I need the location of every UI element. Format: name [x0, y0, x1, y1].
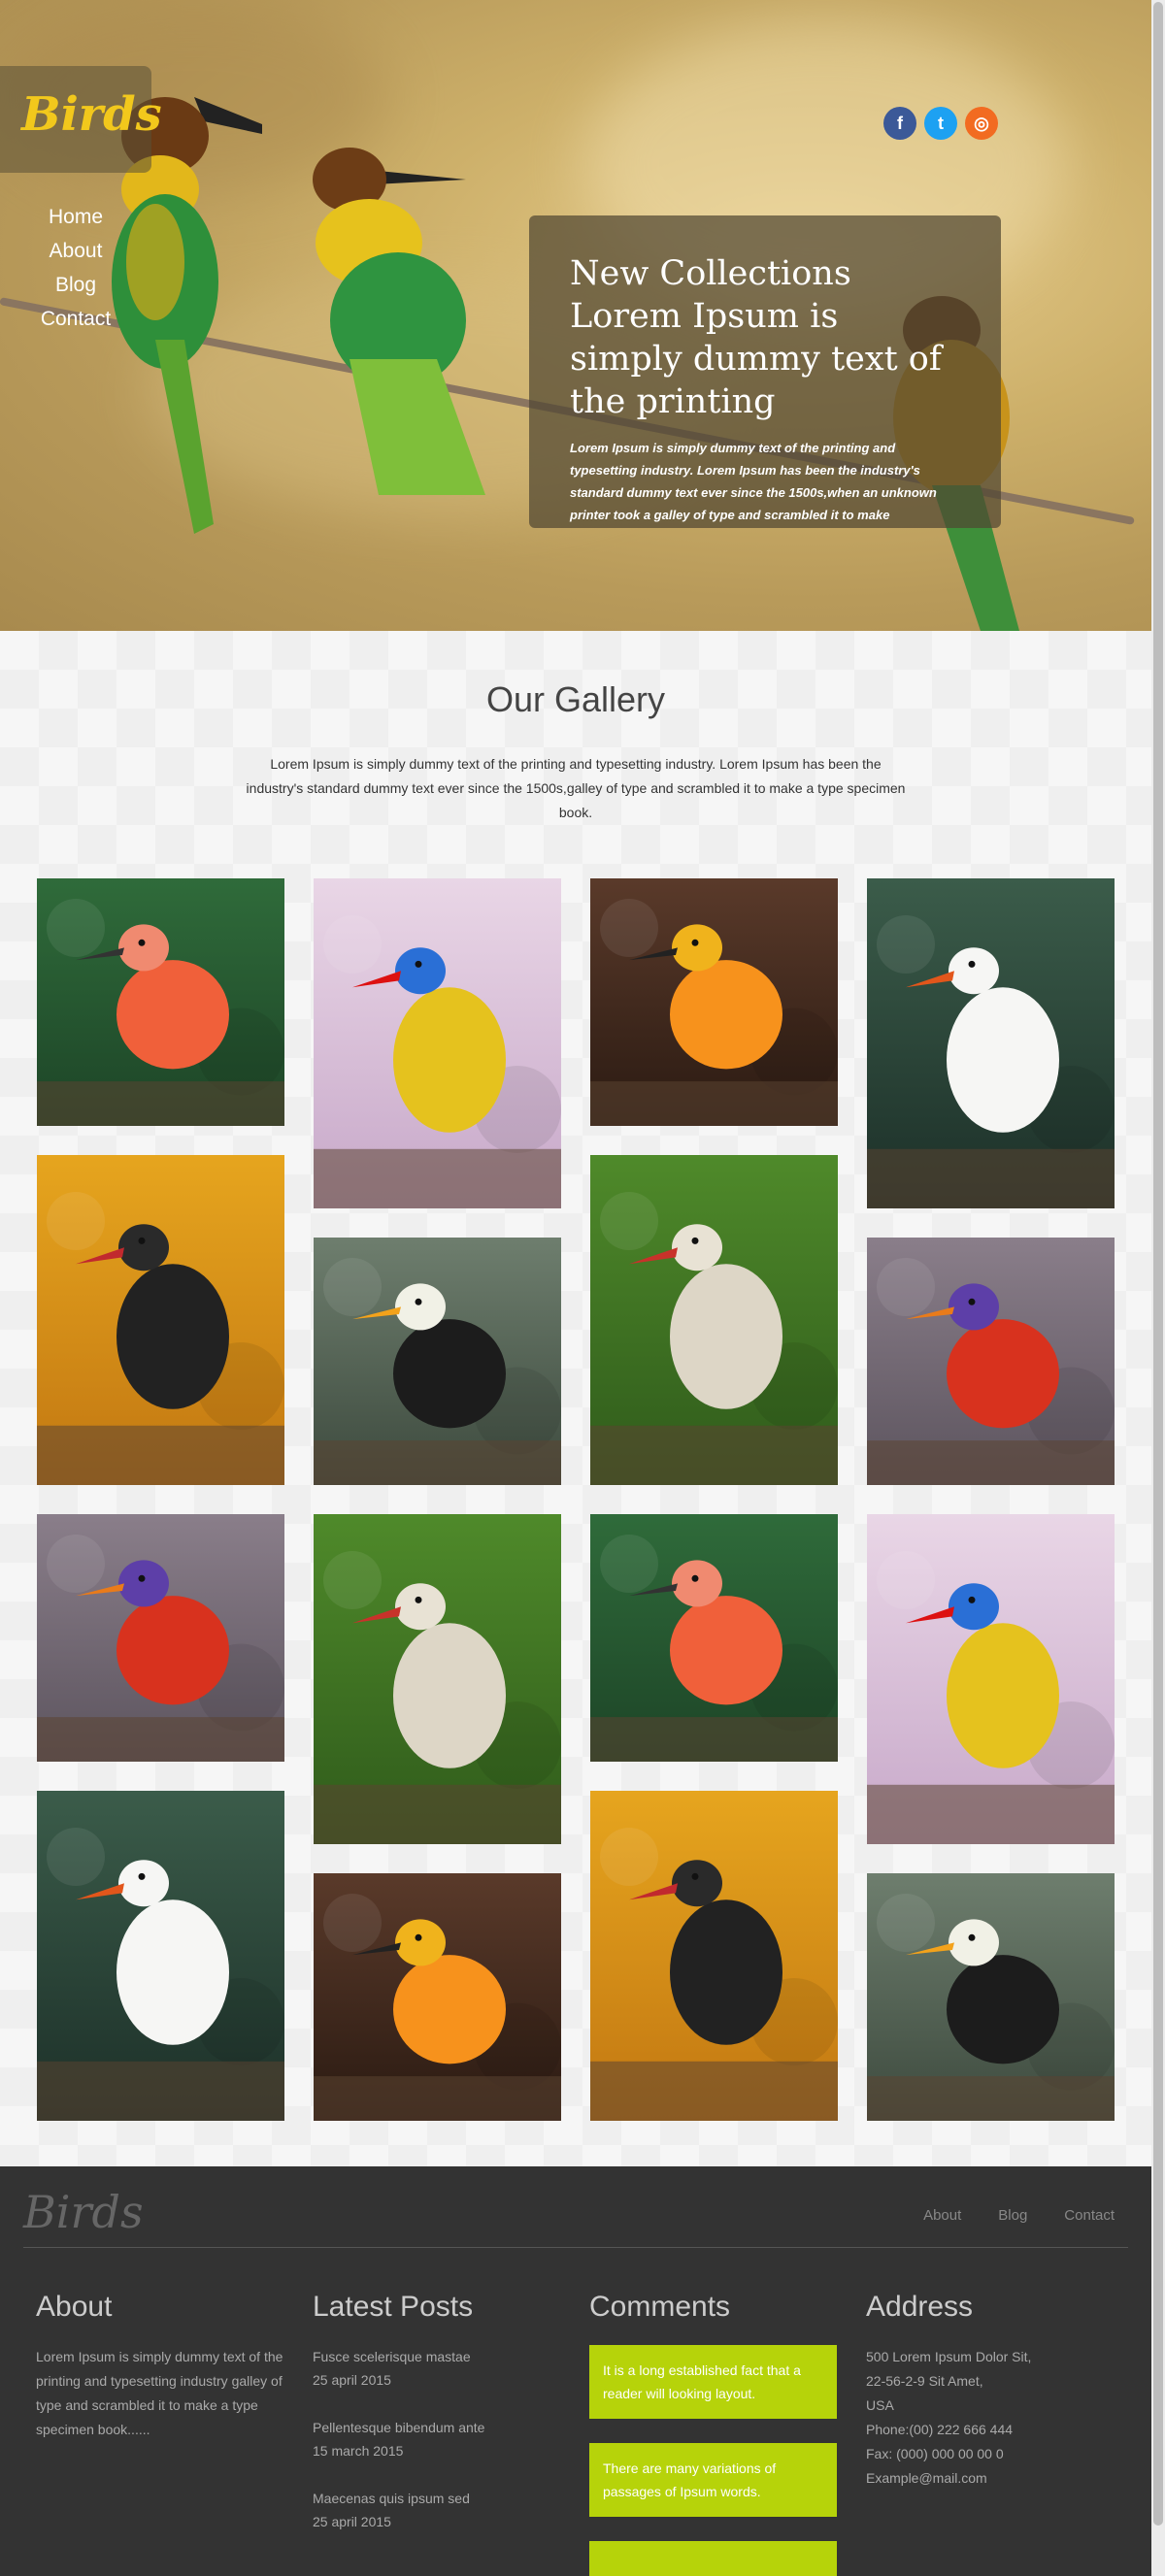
hero-text: Lorem Ipsum is simply dummy text of the …: [570, 441, 937, 522]
gallery-intro: Lorem Ipsum is simply dummy text of the …: [246, 756, 906, 820]
address-line: 500 Lorem Ipsum Dolor Sit,: [866, 2349, 1032, 2364]
post-title: Maecenas quis ipsum sed: [313, 2491, 470, 2506]
email-link[interactable]: Example@mail.com: [866, 2466, 1114, 2491]
twitter-icon[interactable]: t: [924, 107, 957, 140]
dribbble-icon[interactable]: ◎: [965, 107, 998, 140]
post-title: Fusce scelerisque mastae: [313, 2349, 471, 2364]
footer: Birds About Blog Contact About Lorem Ips…: [0, 2166, 1151, 2576]
gallery-photo-swan[interactable]: [867, 878, 1115, 1208]
post-date: 25 april 2015: [313, 2372, 391, 2388]
page-scrollbar[interactable]: [1151, 0, 1165, 2576]
nav-about[interactable]: About: [29, 234, 122, 268]
gallery-photo-lorikeet[interactable]: [867, 1238, 1115, 1485]
footer-nav-contact[interactable]: Contact: [1064, 2207, 1115, 2224]
gallery-photo-stork[interactable]: [314, 1514, 561, 1844]
gallery-photo-stork[interactable]: [590, 1155, 838, 1485]
footer-nav-about[interactable]: About: [923, 2207, 961, 2224]
comment-box: It is a long established fact that a rea…: [589, 2345, 837, 2419]
post-item[interactable]: Maecenas quis ipsum sed 25 april 2015: [313, 2487, 560, 2533]
footer-about-title: About: [36, 2291, 113, 2323]
footer-comments: Comments It is a long established fact t…: [589, 2291, 837, 2576]
gallery-photo-parakeets[interactable]: [590, 878, 838, 1126]
footer-address-title: Address: [866, 2291, 974, 2323]
footer-about-text: Lorem Ipsum is simply dummy text of the …: [36, 2349, 283, 2437]
footer-nav: About Blog Contact: [923, 2207, 1115, 2224]
gallery-photo-parrot[interactable]: [314, 878, 561, 1208]
footer-posts-title: Latest Posts: [313, 2291, 474, 2323]
gallery-photo-blackbird[interactable]: [37, 1155, 284, 1485]
site-logo[interactable]: Birds: [21, 87, 162, 142]
gallery-section: Our Gallery Lorem Ipsum is simply dummy …: [0, 631, 1151, 2166]
address-line: 22-56-2-9 Sit Amet,: [866, 2373, 983, 2389]
hero-banner: Birds Home About Blog Contact f t ◎ New …: [0, 0, 1151, 631]
scrollbar-thumb[interactable]: [1153, 2, 1163, 2526]
gallery-title: Our Gallery: [485, 679, 666, 719]
phone-line: Phone:(00) 222 666 444: [866, 2422, 1014, 2437]
post-date: 25 april 2015: [313, 2514, 391, 2529]
footer-logo[interactable]: Birds: [23, 2186, 144, 2238]
footer-comments-title: Comments: [589, 2291, 731, 2323]
post-item[interactable]: Pellentesque bibendum ante 15 march 2015: [313, 2416, 560, 2462]
gallery-photo-toucan[interactable]: [867, 1873, 1115, 2121]
bird-illustration: [313, 148, 485, 495]
comment-box: There are many variations of passages of…: [589, 2443, 837, 2517]
hero-card: New Collections Lorem Ipsum is simply du…: [529, 215, 1001, 528]
main-nav: Home About Blog Contact: [29, 200, 122, 336]
gallery-photo-parrot[interactable]: [867, 1514, 1115, 1844]
gallery-photo-parakeets[interactable]: [314, 1873, 561, 2121]
gallery-photo-ibis[interactable]: [37, 878, 284, 1126]
footer-address: Address 500 Lorem Ipsum Dolor Sit, 22-56…: [866, 2291, 1114, 2491]
address-line: USA: [866, 2397, 894, 2413]
gallery-photo-lorikeet[interactable]: [37, 1514, 284, 1762]
comment-box: [589, 2541, 837, 2576]
social-links: f t ◎: [883, 107, 998, 140]
nav-blog[interactable]: Blog: [29, 268, 122, 302]
gallery-photo-swan[interactable]: [37, 1791, 284, 2121]
footer-nav-blog[interactable]: Blog: [998, 2207, 1027, 2224]
hero-title: New Collections Lorem Ipsum is simply du…: [570, 254, 942, 421]
gallery-photo-toucan[interactable]: [314, 1238, 561, 1485]
footer-posts: Latest Posts Fusce scelerisque mastae 25…: [313, 2291, 560, 2558]
nav-home[interactable]: Home: [29, 200, 122, 234]
fax-line: Fax: (000) 000 00 00 0: [866, 2446, 1004, 2461]
gallery-photo-blackbird[interactable]: [590, 1791, 838, 2121]
facebook-icon[interactable]: f: [883, 107, 916, 140]
gallery-photo-ibis[interactable]: [590, 1514, 838, 1762]
post-item[interactable]: Fusce scelerisque mastae 25 april 2015: [313, 2345, 560, 2392]
post-title: Pellentesque bibendum ante: [313, 2420, 485, 2435]
post-date: 15 march 2015: [313, 2443, 404, 2459]
nav-contact[interactable]: Contact: [29, 302, 122, 336]
footer-about: About Lorem Ipsum is simply dummy text o…: [36, 2291, 283, 2442]
footer-divider: [23, 2247, 1128, 2248]
